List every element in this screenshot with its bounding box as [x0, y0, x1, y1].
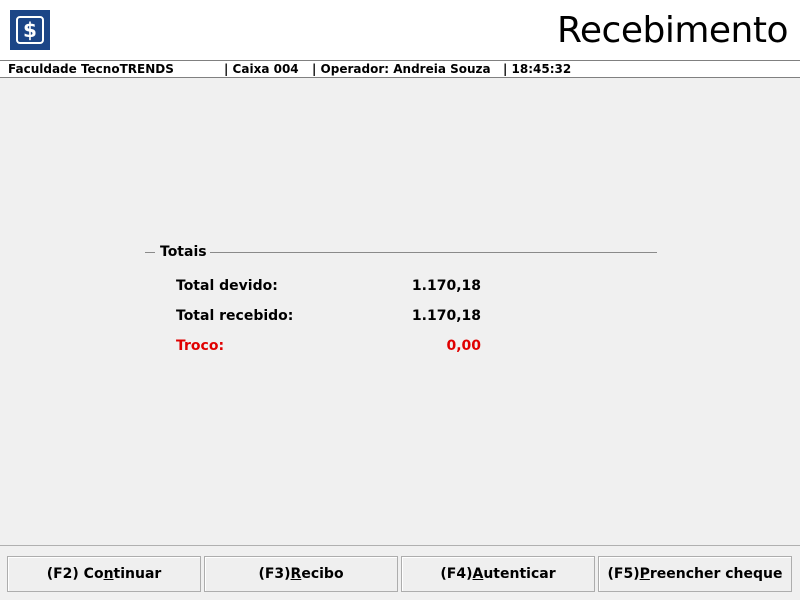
troco-label: Troco: — [176, 338, 225, 354]
cheque-suffix: reencher cheque — [649, 566, 783, 582]
autenticar-button[interactable]: (F4) Autenticar — [401, 556, 595, 592]
cheque-prefix: (F5) — [607, 566, 640, 582]
continuar-accel: n — [103, 566, 114, 582]
recibo-accel: R — [290, 566, 302, 582]
totals-legend: Totais — [160, 244, 207, 260]
cheque-accel: P — [639, 566, 650, 582]
caixa-label: | Caixa 004 — [224, 62, 299, 76]
logo-glyph: $ — [23, 18, 37, 42]
header: $ Recebimento — [0, 0, 800, 60]
autenticar-accel: A — [472, 566, 484, 582]
continuar-suffix: tinuar — [113, 566, 162, 582]
institution-name: Faculdade TecnoTRENDS — [8, 62, 174, 76]
recibo-suffix: ecibo — [301, 566, 344, 582]
total-devido-value: 1.170,18 — [411, 278, 481, 294]
page-title: Recebimento — [556, 10, 789, 51]
recibo-button[interactable]: (F3) Recibo — [204, 556, 398, 592]
footer-separator — [0, 545, 800, 546]
troco-value: 0,00 — [446, 338, 481, 354]
total-recebido-label: Total recebido: — [176, 308, 294, 324]
recibo-prefix: (F3) — [258, 566, 291, 582]
group-border-right — [210, 252, 657, 253]
continuar-prefix: (F2) Co — [46, 566, 104, 582]
preencher-cheque-button[interactable]: (F5) Preencher cheque — [598, 556, 792, 592]
autenticar-suffix: utenticar — [483, 566, 556, 582]
status-bar: Faculdade TecnoTRENDS | Caixa 004 | Oper… — [0, 60, 800, 78]
totals-group: Totais Total devido: 1.170,18 Total rece… — [145, 242, 657, 372]
clock: | 18:45:32 — [503, 62, 572, 76]
logo: $ — [10, 10, 50, 50]
autenticar-prefix: (F4) — [440, 566, 473, 582]
group-border-left — [145, 252, 155, 253]
total-recebido-value: 1.170,18 — [411, 308, 481, 324]
operator-label: | Operador: Andreia Souza — [312, 62, 491, 76]
total-devido-label: Total devido: — [176, 278, 278, 294]
continuar-button[interactable]: (F2) Co n tinuar — [7, 556, 201, 592]
dollar-sign-icon: $ — [16, 16, 44, 44]
